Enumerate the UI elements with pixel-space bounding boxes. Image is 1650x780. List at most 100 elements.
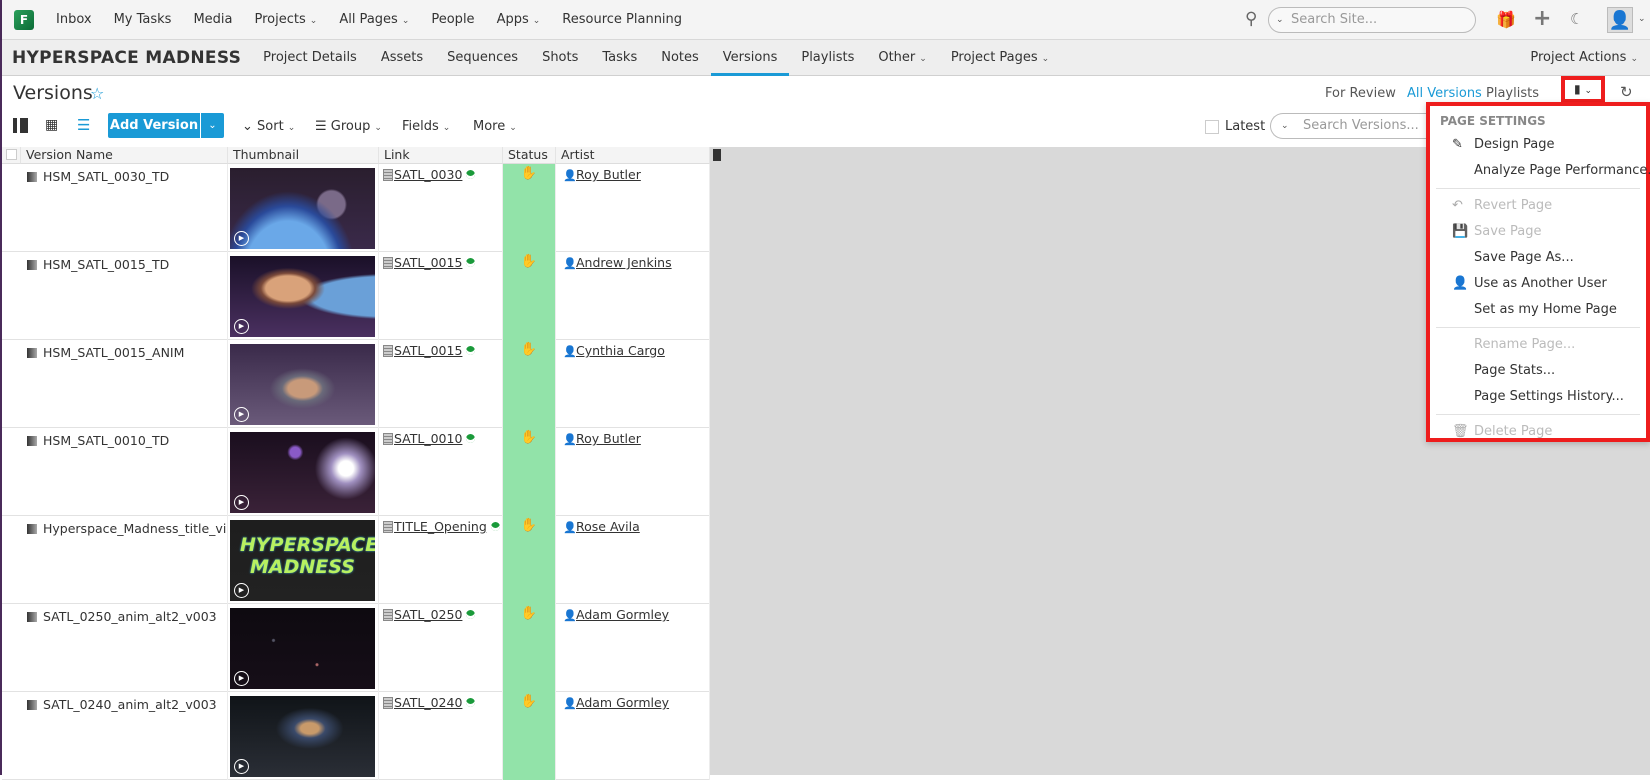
- site-search-input[interactable]: ⌄ Search Site...: [1268, 7, 1476, 33]
- app-logo[interactable]: F: [14, 9, 34, 30]
- thumbnail-image[interactable]: ▶: [230, 432, 375, 513]
- nav-resource-planning[interactable]: Resource Planning: [562, 12, 682, 27]
- project-actions-button[interactable]: Project Actions ⌄: [1530, 50, 1638, 65]
- column-header-link[interactable]: Link: [379, 147, 503, 164]
- tab-playlists[interactable]: Playlists: [789, 40, 866, 76]
- status-cell[interactable]: ✋: [503, 692, 556, 780]
- tab-notes[interactable]: Notes: [649, 40, 711, 76]
- sort-button[interactable]: ⌄ Sort ⌄: [242, 119, 295, 134]
- play-icon[interactable]: ▶: [234, 671, 249, 686]
- status-cell[interactable]: ✋: [503, 604, 556, 692]
- link[interactable]: SATL_0015: [394, 255, 462, 270]
- column-header-artist[interactable]: Artist: [556, 147, 710, 164]
- menu-item-use-as-another-user[interactable]: 👤 Use as Another User: [1430, 271, 1646, 297]
- tab-project-details[interactable]: Project Details: [251, 40, 369, 76]
- status-cell[interactable]: ✋: [503, 252, 556, 340]
- status-cell[interactable]: ✋: [503, 428, 556, 516]
- nav-my-tasks[interactable]: My Tasks: [114, 12, 172, 27]
- version-name[interactable]: SATL_0250_anim_alt2_v003: [43, 609, 217, 624]
- project-title[interactable]: HYPERSPACE MADNESS: [12, 48, 241, 68]
- table-row[interactable]: HSM_SATL_0015_ANIM ▶ SATL_0015 ✋ 👤Cynthia Ca…: [2, 340, 710, 428]
- link[interactable]: TITLE_Opening: [394, 519, 487, 534]
- list-view-icon[interactable]: ☰: [77, 116, 90, 134]
- menu-item-page-stats[interactable]: Page Stats...: [1430, 358, 1646, 384]
- status-cell[interactable]: ✋: [503, 340, 556, 428]
- artist-link[interactable]: Andrew Jenkins: [576, 255, 672, 270]
- status-cell[interactable]: ✋: [503, 516, 556, 604]
- column-header-thumbnail[interactable]: Thumbnail: [228, 147, 379, 164]
- artist-link[interactable]: Cynthia Cargo: [576, 343, 665, 358]
- filmstrip-view-icon[interactable]: [13, 118, 28, 133]
- status-cell[interactable]: ✋: [503, 164, 556, 252]
- play-icon[interactable]: ▶: [234, 407, 249, 422]
- thumbnail-image[interactable]: ▶: [230, 608, 375, 689]
- select-all-checkbox[interactable]: [2, 147, 21, 164]
- column-header-status[interactable]: Status: [503, 147, 556, 164]
- more-button[interactable]: More ⌄: [473, 119, 517, 134]
- play-icon[interactable]: ▶: [234, 231, 249, 246]
- table-row[interactable]: SATL_0250_anim_alt2_v003 ▶ SATL_0250 ✋ 👤Adam…: [2, 604, 710, 692]
- tab-assets[interactable]: Assets: [369, 40, 435, 76]
- table-row[interactable]: SATL_0240_anim_alt2_v003 ▶ SATL_0240 ✋ 👤Adam…: [2, 692, 710, 780]
- refresh-icon[interactable]: ↻: [1620, 83, 1633, 101]
- link[interactable]: SATL_0250: [394, 607, 462, 622]
- nav-inbox[interactable]: Inbox: [56, 12, 92, 27]
- menu-item-page-settings-history[interactable]: Page Settings History...: [1430, 384, 1646, 410]
- thumbnail-image[interactable]: ▶: [230, 696, 375, 777]
- play-icon[interactable]: ▶: [234, 495, 249, 510]
- link[interactable]: SATL_0010: [394, 431, 462, 446]
- thumbnail-image[interactable]: HYPERSPACE MADNESS ▶: [230, 520, 375, 601]
- favorite-star-icon[interactable]: ☆: [90, 84, 104, 103]
- moon-icon[interactable]: ☾: [1570, 10, 1583, 28]
- menu-item-set-as-my-home-page[interactable]: Set as my Home Page: [1430, 297, 1646, 323]
- menu-item-analyze-page-performance[interactable]: Analyze Page Performance...: [1430, 158, 1650, 184]
- view-all-versions[interactable]: All Versions: [1407, 86, 1482, 101]
- thumbnail-image[interactable]: ▶: [230, 256, 375, 337]
- thumbnail-view-icon[interactable]: ▦: [45, 118, 58, 133]
- nav-all-pages[interactable]: All Pages ⌄: [339, 12, 409, 27]
- group-button[interactable]: ☰ Group ⌄: [315, 119, 382, 134]
- artist-link[interactable]: Roy Butler: [576, 167, 641, 182]
- version-name[interactable]: HSM_SATL_0010_TD: [43, 433, 169, 448]
- latest-checkbox[interactable]: [1205, 120, 1219, 134]
- artist-link[interactable]: Adam Gormley: [576, 695, 669, 710]
- menu-item-save-page-as[interactable]: Save Page As...: [1430, 245, 1646, 271]
- link[interactable]: SATL_0015: [394, 343, 462, 358]
- tab-versions[interactable]: Versions: [710, 40, 790, 76]
- nav-media[interactable]: Media: [193, 12, 232, 27]
- artist-link[interactable]: Adam Gormley: [576, 607, 669, 622]
- version-name[interactable]: HSM_SATL_0015_TD: [43, 257, 169, 272]
- link[interactable]: SATL_0030: [394, 167, 462, 182]
- search-icon[interactable]: ⚲: [1245, 9, 1257, 29]
- version-name[interactable]: HSM_SATL_0015_ANIM: [43, 345, 184, 360]
- add-version-button[interactable]: Add Version: [108, 113, 200, 138]
- column-header-version-name[interactable]: Version Name: [21, 147, 228, 164]
- avatar[interactable]: 👤: [1607, 7, 1633, 33]
- plus-icon[interactable]: +: [1533, 6, 1551, 31]
- link[interactable]: SATL_0240: [394, 695, 462, 710]
- tab-sequences[interactable]: Sequences: [435, 40, 530, 76]
- artist-link[interactable]: Roy Butler: [576, 431, 641, 446]
- play-icon[interactable]: ▶: [234, 583, 249, 598]
- nav-apps[interactable]: Apps ⌄: [497, 12, 541, 27]
- play-icon[interactable]: ▶: [234, 319, 249, 334]
- page-settings-button[interactable]: ▮ ⌄: [1561, 76, 1605, 103]
- fields-button[interactable]: Fields ⌄: [402, 119, 450, 134]
- version-name[interactable]: Hyperspace_Madness_title_vi...: [43, 521, 227, 536]
- tab-shots[interactable]: Shots: [530, 40, 590, 76]
- thumbnail-image[interactable]: ▶: [230, 168, 375, 249]
- view-playlists[interactable]: Playlists: [1486, 86, 1539, 101]
- add-column-icon[interactable]: [713, 149, 721, 161]
- search-versions-input[interactable]: ⌄ Search Versions...: [1270, 113, 1430, 139]
- table-row[interactable]: HSM_SATL_0015_TD ▶ SATL_0015 ✋ 👤Andrew Jenki…: [2, 252, 710, 340]
- gift-icon[interactable]: 🎁: [1496, 10, 1516, 29]
- tab-project-pages[interactable]: Project Pages ⌄: [939, 40, 1061, 76]
- menu-item-design-page[interactable]: ✎ Design Page: [1430, 132, 1646, 158]
- version-name[interactable]: HSM_SATL_0030_TD: [43, 169, 169, 184]
- table-row[interactable]: Hyperspace_Madness_title_vi... HYPERSPACE…: [2, 516, 710, 604]
- table-row[interactable]: HSM_SATL_0010_TD ▶ SATL_0010 ✋ 👤Roy Butler: [2, 428, 710, 516]
- tab-tasks[interactable]: Tasks: [590, 40, 649, 76]
- play-icon[interactable]: ▶: [234, 759, 249, 774]
- thumbnail-image[interactable]: ▶: [230, 344, 375, 425]
- tab-other[interactable]: Other ⌄: [866, 40, 938, 76]
